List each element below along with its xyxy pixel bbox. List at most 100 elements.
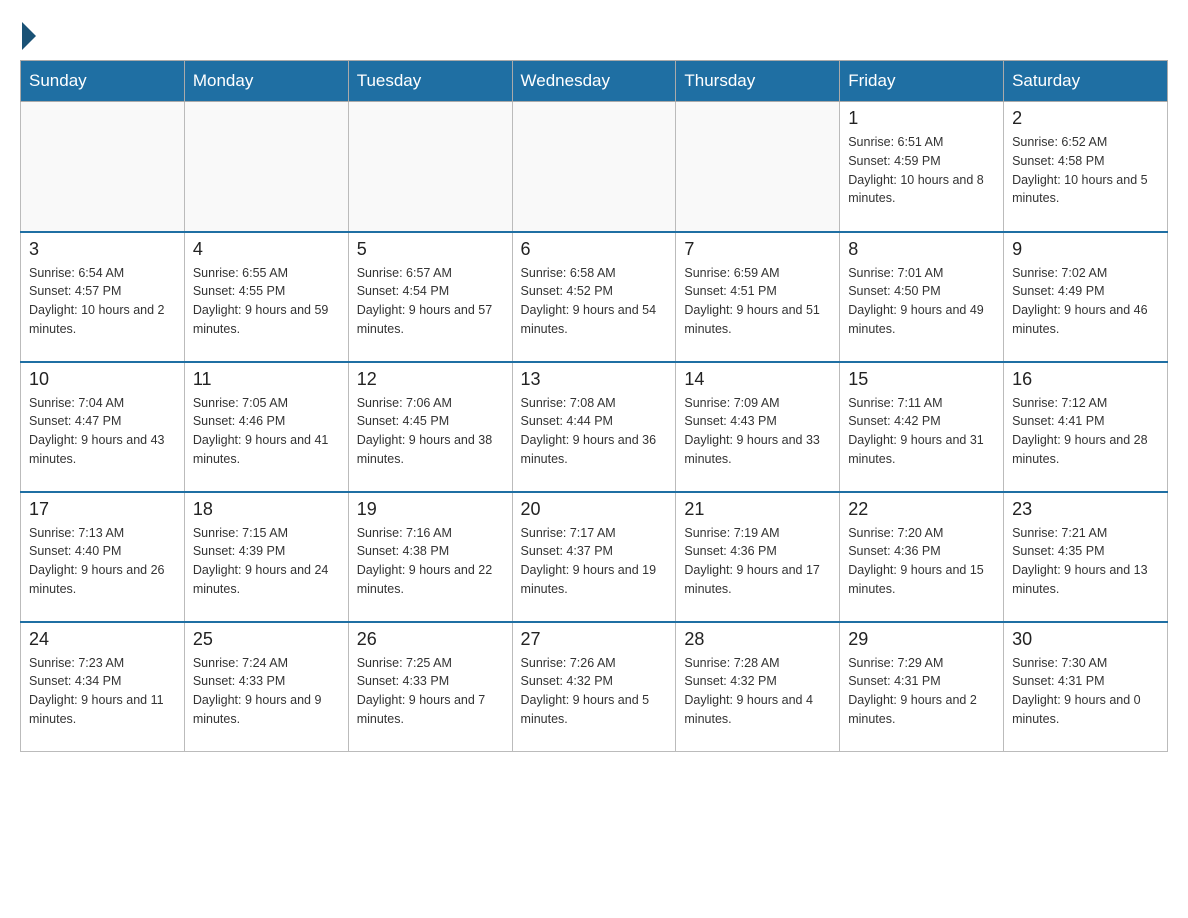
day-info: Sunrise: 6:54 AMSunset: 4:57 PMDaylight:… (29, 264, 176, 339)
day-number: 21 (684, 499, 831, 520)
day-info: Sunrise: 6:51 AMSunset: 4:59 PMDaylight:… (848, 133, 995, 208)
weekday-header-row: SundayMondayTuesdayWednesdayThursdayFrid… (21, 61, 1168, 102)
day-number: 12 (357, 369, 504, 390)
day-number: 8 (848, 239, 995, 260)
day-number: 13 (521, 369, 668, 390)
day-number: 2 (1012, 108, 1159, 129)
calendar-cell: 3 Sunrise: 6:54 AMSunset: 4:57 PMDaylight… (21, 232, 185, 362)
day-info: Sunrise: 6:52 AMSunset: 4:58 PMDaylight:… (1012, 133, 1159, 208)
calendar-cell: 9Sunrise: 7:02 AMSunset: 4:49 PMDaylight… (1004, 232, 1168, 362)
day-info: Sunrise: 7:28 AMSunset: 4:32 PMDaylight:… (684, 654, 831, 729)
weekday-header-sunday: Sunday (21, 61, 185, 102)
calendar-week-row: 17 Sunrise: 7:13 AMSunset: 4:40 PMDayligh… (21, 492, 1168, 622)
day-number: 23 (1012, 499, 1159, 520)
day-number: 25 (193, 629, 340, 650)
calendar-week-row: 1 Sunrise: 6:51 AMSunset: 4:59 PMDaylight… (21, 102, 1168, 232)
calendar-cell: 27 Sunrise: 7:26 AMSunset: 4:32 PMDayligh… (512, 622, 676, 752)
day-number: 30 (1012, 629, 1159, 650)
day-info: Sunrise: 7:11 AMSunset: 4:42 PMDaylight:… (848, 394, 995, 469)
calendar-cell: 8 Sunrise: 7:01 AMSunset: 4:50 PMDaylight… (840, 232, 1004, 362)
weekday-header-friday: Friday (840, 61, 1004, 102)
calendar-cell (21, 102, 185, 232)
day-number: 11 (193, 369, 340, 390)
calendar-cell: 20 Sunrise: 7:17 AMSunset: 4:37 PMDayligh… (512, 492, 676, 622)
calendar-cell: 26 Sunrise: 7:25 AMSunset: 4:33 PMDayligh… (348, 622, 512, 752)
day-info: Sunrise: 7:12 AMSunset: 4:41 PMDaylight:… (1012, 394, 1159, 469)
day-info: Sunrise: 7:25 AMSunset: 4:33 PMDaylight:… (357, 654, 504, 729)
day-info: Sunrise: 7:24 AMSunset: 4:33 PMDaylight:… (193, 654, 340, 729)
day-number: 16 (1012, 369, 1159, 390)
calendar-cell: 24 Sunrise: 7:23 AMSunset: 4:34 PMDayligh… (21, 622, 185, 752)
day-info: Sunrise: 7:08 AMSunset: 4:44 PMDaylight:… (521, 394, 668, 469)
calendar-cell: 1 Sunrise: 6:51 AMSunset: 4:59 PMDaylight… (840, 102, 1004, 232)
calendar-cell (512, 102, 676, 232)
day-number: 9 (1012, 239, 1159, 260)
calendar-cell: 18Sunrise: 7:15 AMSunset: 4:39 PMDayligh… (184, 492, 348, 622)
day-number: 29 (848, 629, 995, 650)
calendar-cell: 11Sunrise: 7:05 AMSunset: 4:46 PMDayligh… (184, 362, 348, 492)
day-number: 20 (521, 499, 668, 520)
day-number: 26 (357, 629, 504, 650)
day-number: 6 (521, 239, 668, 260)
weekday-header-saturday: Saturday (1004, 61, 1168, 102)
calendar-week-row: 3 Sunrise: 6:54 AMSunset: 4:57 PMDaylight… (21, 232, 1168, 362)
calendar-cell: 19Sunrise: 7:16 AMSunset: 4:38 PMDayligh… (348, 492, 512, 622)
day-number: 28 (684, 629, 831, 650)
day-number: 4 (193, 239, 340, 260)
calendar-cell (676, 102, 840, 232)
day-number: 24 (29, 629, 176, 650)
calendar-cell: 17 Sunrise: 7:13 AMSunset: 4:40 PMDayligh… (21, 492, 185, 622)
calendar-cell: 30Sunrise: 7:30 AMSunset: 4:31 PMDayligh… (1004, 622, 1168, 752)
day-info: Sunrise: 7:04 AMSunset: 4:47 PMDaylight:… (29, 394, 176, 469)
calendar-cell: 15 Sunrise: 7:11 AMSunset: 4:42 PMDayligh… (840, 362, 1004, 492)
calendar-cell: 14 Sunrise: 7:09 AMSunset: 4:43 PMDayligh… (676, 362, 840, 492)
calendar-cell: 2 Sunrise: 6:52 AMSunset: 4:58 PMDaylight… (1004, 102, 1168, 232)
day-info: Sunrise: 7:01 AMSunset: 4:50 PMDaylight:… (848, 264, 995, 339)
calendar-cell: 23 Sunrise: 7:21 AMSunset: 4:35 PMDayligh… (1004, 492, 1168, 622)
logo (20, 20, 36, 50)
day-number: 1 (848, 108, 995, 129)
calendar-cell (348, 102, 512, 232)
weekday-header-monday: Monday (184, 61, 348, 102)
day-number: 27 (521, 629, 668, 650)
day-info: Sunrise: 7:20 AMSunset: 4:36 PMDaylight:… (848, 524, 995, 599)
calendar-week-row: 10 Sunrise: 7:04 AMSunset: 4:47 PMDayligh… (21, 362, 1168, 492)
day-info: Sunrise: 6:59 AMSunset: 4:51 PMDaylight:… (684, 264, 831, 339)
day-number: 17 (29, 499, 176, 520)
day-number: 7 (684, 239, 831, 260)
calendar-cell: 28 Sunrise: 7:28 AMSunset: 4:32 PMDayligh… (676, 622, 840, 752)
calendar-cell: 5 Sunrise: 6:57 AMSunset: 4:54 PMDaylight… (348, 232, 512, 362)
day-number: 18 (193, 499, 340, 520)
weekday-header-tuesday: Tuesday (348, 61, 512, 102)
calendar-cell: 25 Sunrise: 7:24 AMSunset: 4:33 PMDayligh… (184, 622, 348, 752)
day-number: 14 (684, 369, 831, 390)
calendar-cell: 29 Sunrise: 7:29 AMSunset: 4:31 PMDayligh… (840, 622, 1004, 752)
calendar-cell: 16 Sunrise: 7:12 AMSunset: 4:41 PMDayligh… (1004, 362, 1168, 492)
day-info: Sunrise: 7:13 AMSunset: 4:40 PMDaylight:… (29, 524, 176, 599)
day-info: Sunrise: 7:19 AMSunset: 4:36 PMDaylight:… (684, 524, 831, 599)
calendar-table: SundayMondayTuesdayWednesdayThursdayFrid… (20, 60, 1168, 752)
day-info: Sunrise: 7:17 AMSunset: 4:37 PMDaylight:… (521, 524, 668, 599)
calendar-cell: 22 Sunrise: 7:20 AMSunset: 4:36 PMDayligh… (840, 492, 1004, 622)
day-number: 3 (29, 239, 176, 260)
day-number: 10 (29, 369, 176, 390)
day-number: 15 (848, 369, 995, 390)
day-info: Sunrise: 6:57 AMSunset: 4:54 PMDaylight:… (357, 264, 504, 339)
calendar-cell: 4 Sunrise: 6:55 AMSunset: 4:55 PMDaylight… (184, 232, 348, 362)
calendar-cell: 7 Sunrise: 6:59 AMSunset: 4:51 PMDaylight… (676, 232, 840, 362)
weekday-header-thursday: Thursday (676, 61, 840, 102)
day-number: 5 (357, 239, 504, 260)
weekday-header-wednesday: Wednesday (512, 61, 676, 102)
day-info: Sunrise: 7:21 AMSunset: 4:35 PMDaylight:… (1012, 524, 1159, 599)
calendar-week-row: 24 Sunrise: 7:23 AMSunset: 4:34 PMDayligh… (21, 622, 1168, 752)
day-info: Sunrise: 7:26 AMSunset: 4:32 PMDaylight:… (521, 654, 668, 729)
day-info: Sunrise: 7:09 AMSunset: 4:43 PMDaylight:… (684, 394, 831, 469)
calendar-cell (184, 102, 348, 232)
calendar-cell: 13 Sunrise: 7:08 AMSunset: 4:44 PMDayligh… (512, 362, 676, 492)
day-info: Sunrise: 6:55 AMSunset: 4:55 PMDaylight:… (193, 264, 340, 339)
page-header (20, 20, 1168, 50)
day-info: Sunrise: 7:23 AMSunset: 4:34 PMDaylight:… (29, 654, 176, 729)
day-info: Sunrise: 7:29 AMSunset: 4:31 PMDaylight:… (848, 654, 995, 729)
calendar-cell: 12Sunrise: 7:06 AMSunset: 4:45 PMDayligh… (348, 362, 512, 492)
day-number: 22 (848, 499, 995, 520)
